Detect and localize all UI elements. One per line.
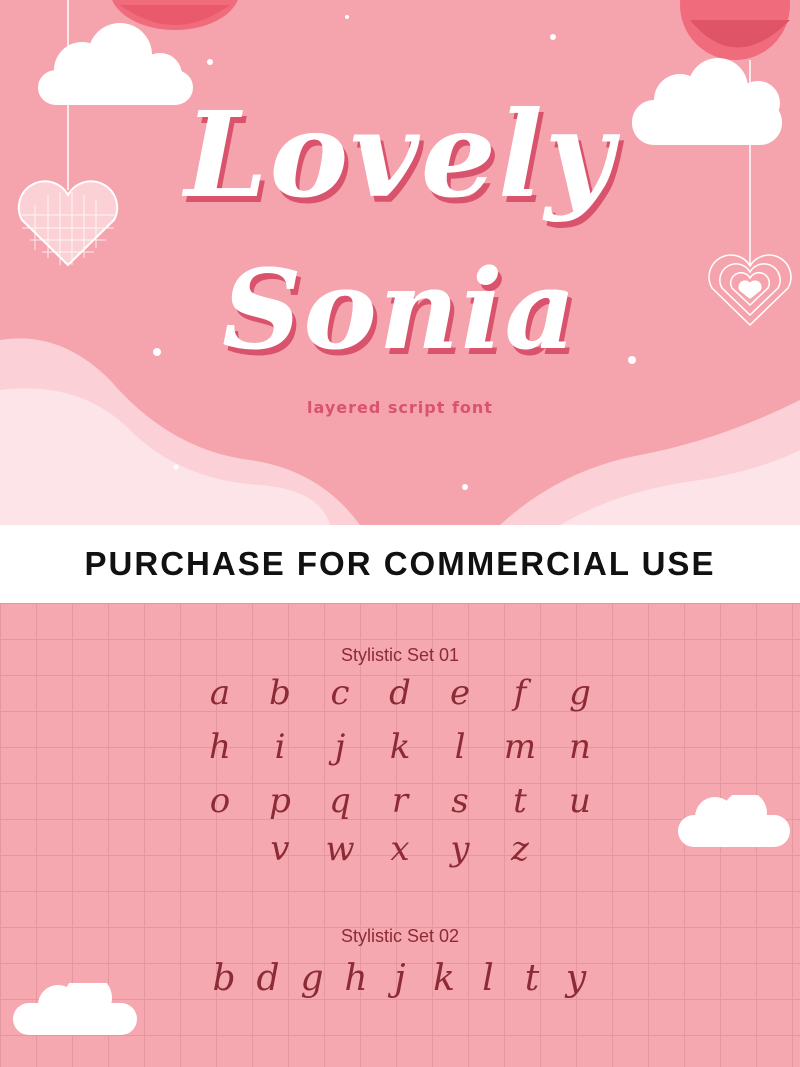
glyph: h (344, 958, 368, 999)
glyph: k (389, 727, 411, 767)
glyph: q (329, 781, 351, 821)
glyph: c (330, 673, 350, 713)
glyph: t (524, 958, 540, 999)
glyph: o (209, 781, 231, 821)
glyph: b (212, 958, 236, 999)
glyph: u (569, 781, 591, 821)
subtitle: layered script font (307, 398, 493, 417)
set1-row-3: o p q r s t u (0, 781, 800, 821)
glyph: h (209, 727, 231, 767)
glyph: j (394, 958, 406, 999)
glyph: g (300, 958, 324, 999)
glyph: x (390, 829, 410, 869)
set1-row-4: v w x y z (0, 829, 800, 869)
title-line-1: Lovely (184, 85, 616, 224)
glyph: e (449, 673, 471, 713)
glyph: n (569, 727, 591, 767)
glyph: b (269, 673, 291, 713)
hero-section: Lovely Sonia layered script font (0, 0, 800, 525)
purchase-banner-text: PURCHASE FOR COMMERCIAL USE (84, 545, 716, 582)
purchase-banner: PURCHASE FOR COMMERCIAL USE (0, 525, 800, 603)
set2-row: b d g h j k l t y (0, 958, 800, 999)
glyph: j (334, 727, 346, 767)
glyph: m (503, 727, 537, 767)
glyph: t (513, 781, 527, 821)
set1-row-1: a b c d e f g (0, 673, 800, 713)
glyph: l (454, 727, 466, 767)
glyph: v (270, 829, 290, 869)
set2-title: Stylistic Set 02 (340, 926, 460, 946)
glyph: y (565, 958, 587, 999)
glyph-showcase: Stylistic Set 01 a b c d e f g h i j k l… (0, 603, 800, 1067)
glyph: i (274, 727, 286, 767)
title-line-2: Sonia (222, 245, 578, 374)
set1-row-2: h i j k l m n (0, 727, 800, 767)
glyph: d (256, 958, 280, 999)
glyph: l (482, 958, 494, 999)
glyph: w (325, 829, 355, 869)
glyph: g (569, 673, 591, 713)
balloon-right-icon (680, 0, 790, 60)
glyph: s (451, 781, 469, 821)
glyph: z (511, 829, 529, 869)
glyph: d (389, 673, 411, 713)
glyph: k (433, 958, 455, 999)
glyph: a (209, 673, 231, 713)
glyph: f (513, 673, 527, 713)
glyph: r (391, 781, 409, 821)
set1-title: Stylistic Set 01 (340, 645, 460, 665)
glyph: p (269, 781, 291, 821)
glyph: y (450, 829, 470, 869)
